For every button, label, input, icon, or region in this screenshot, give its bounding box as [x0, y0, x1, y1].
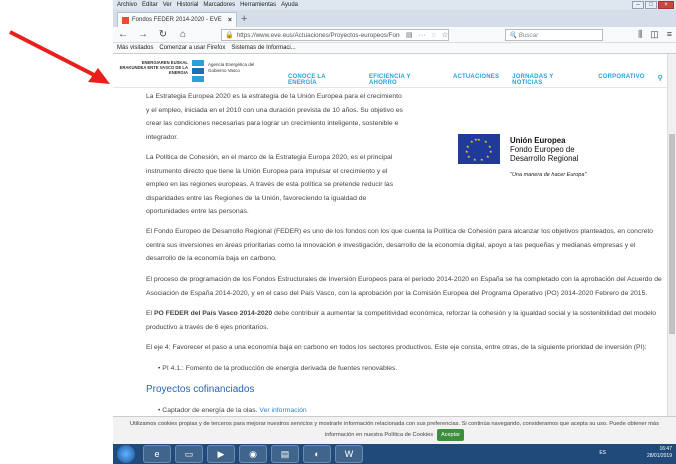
- window-controls: – □ ×: [631, 1, 674, 9]
- more-actions-icon[interactable]: ···: [419, 32, 426, 39]
- bookmark-comenzar-firefox[interactable]: Comenzar a usar Firefox: [159, 45, 225, 51]
- start-button[interactable]: [117, 445, 135, 463]
- p5-bold: PO FEDER del País Vasco 2014-2020: [153, 310, 273, 317]
- menu-herramientas[interactable]: Herramientas: [240, 2, 276, 8]
- explorer-icon[interactable]: ▭: [175, 445, 203, 463]
- p5-pre: El: [146, 310, 154, 317]
- word-icon[interactable]: W: [335, 445, 363, 463]
- search-placeholder: Buscar: [518, 31, 539, 39]
- search-input[interactable]: 🔍 Buscar: [505, 29, 603, 41]
- eu-fund-title: Unión Europea Fondo Europeo de Desarroll…: [510, 136, 578, 163]
- red-arrow-annotation: [9, 30, 110, 84]
- search-icon: 🔍: [509, 32, 519, 39]
- paragraph-estrategia: La Estrategia Europea 2020 es la estrate…: [146, 93, 403, 141]
- nav-conoce-energia[interactable]: CONOCE LA ENERGÍA: [288, 74, 356, 86]
- cookie-banner: Utilizamos cookies propias y de terceros…: [113, 416, 676, 444]
- tray-language[interactable]: ES: [599, 450, 606, 456]
- menu-editar[interactable]: Editar: [142, 2, 158, 8]
- nav-jornadas-noticias[interactable]: JORNADAS Y NOTICIAS: [512, 74, 585, 86]
- menu-archivo[interactable]: Archivo: [117, 2, 137, 8]
- back-icon[interactable]: ←: [117, 29, 129, 40]
- site-header: ENERGIAREN EUSKAL ERAKUNDEA ENTE VASCO D…: [113, 54, 676, 88]
- favicon-icon: [122, 16, 129, 24]
- cookie-text-line2: información en nuestra Política de Cooki…: [324, 432, 434, 438]
- tab-active[interactable]: Fondos FEDER 2014-2020 - EVE ×: [117, 12, 237, 27]
- windows-taskbar: e ▭ ▶ ◉ ▤ ◐ W ES 16:47 28/01/2019: [113, 444, 676, 464]
- url-text: https://www.eve.eus/Actuaciones/Proyecto…: [236, 31, 400, 39]
- cookie-text-line2-wrap: información en nuestra Política de Cooki…: [113, 429, 676, 441]
- agency-logo-text: Agencia Energética del Gobierno Vasco: [208, 62, 255, 73]
- main-nav: CONOCE LA ENERGÍA EFICIENCIA Y AHORRO AC…: [288, 74, 676, 86]
- eu-line1: Unión Europea: [510, 136, 566, 145]
- eve-logo-text[interactable]: ENERGIAREN EUSKAL ERAKUNDEA ENTE VASCO D…: [116, 60, 188, 75]
- ver-informacion-link[interactable]: Ver información: [259, 407, 306, 414]
- bullet2-text: Captador de energía de la olas.: [162, 407, 258, 414]
- paragraph-feder: El Fondo Europeo de Desarrollo Regional …: [146, 228, 654, 262]
- hamburger-menu-icon[interactable]: ≡: [667, 29, 672, 40]
- firefox-icon[interactable]: ◐: [303, 445, 331, 463]
- nav-corporativo[interactable]: CORPORATIVO: [598, 74, 644, 86]
- menu-ver[interactable]: Ver: [163, 2, 172, 8]
- navigation-bar: ← → ↻ ⌂ 🔒 https://www.eve.eus/Actuacione…: [113, 27, 676, 43]
- ie-icon[interactable]: e: [143, 445, 171, 463]
- bookmark-mas-visitados[interactable]: Más visitados: [117, 45, 153, 51]
- section-heading: Proyectos cofinanciados: [146, 384, 255, 395]
- accept-cookies-button[interactable]: Aceptar: [437, 429, 465, 441]
- list-item-pi41: • PI 4.1.: Fomento de la producción de e…: [158, 365, 398, 372]
- tray-date: 28/01/2019: [646, 453, 672, 459]
- nav-eficiencia-ahorro[interactable]: EFICIENCIA Y AHORRO: [369, 74, 440, 86]
- url-bar[interactable]: 🔒 https://www.eve.eus/Actuaciones/Proyec…: [221, 29, 449, 41]
- folder-icon[interactable]: ▤: [271, 445, 299, 463]
- paragraph-politica-cohesion: La Política de Cohesión, en el marco de …: [146, 154, 394, 215]
- close-window-button[interactable]: ×: [658, 1, 674, 9]
- scrollbar-thumb[interactable]: [669, 134, 675, 334]
- chrome-icon[interactable]: ◉: [239, 445, 267, 463]
- paragraph-po-feder: El PO FEDER del País Vasco 2014-2020 deb…: [146, 307, 666, 334]
- eu-flag-icon: ★ ★ ★ ★ ★ ★ ★ ★ ★ ★ ★ ★: [458, 134, 500, 164]
- bookmark-sistemas-informacion[interactable]: Sistemas de Informaci...: [231, 45, 295, 51]
- menu-ayuda[interactable]: Ayuda: [281, 2, 298, 8]
- eu-quote: "Una manera de hacer Europa": [510, 172, 587, 178]
- home-icon[interactable]: ⌂: [177, 29, 189, 40]
- cookie-text-line1: Utilizamos cookies propias y de terceros…: [130, 421, 659, 427]
- lock-icon: 🔒: [225, 32, 234, 39]
- pocket-icon[interactable]: ◌: [432, 32, 436, 39]
- reader-view-icon[interactable]: ▤: [406, 31, 413, 39]
- browser-window: Archivo Editar Ver Historial Marcadores …: [113, 0, 676, 444]
- tab-title: Fondos FEDER 2014-2020 - EVE: [132, 17, 222, 23]
- menu-historial[interactable]: Historial: [177, 2, 199, 8]
- tab-bar: Fondos FEDER 2014-2020 - EVE × +: [113, 10, 676, 27]
- eu-line2: Fondo Europeo de: [510, 145, 575, 154]
- sidebar-icon[interactable]: ◫: [650, 29, 659, 40]
- library-icon[interactable]: ⫼: [638, 29, 642, 40]
- new-tab-button[interactable]: +: [241, 13, 247, 25]
- eu-feder-logo: ★ ★ ★ ★ ★ ★ ★ ★ ★ ★ ★ ★ Unión Europea Fo…: [458, 134, 618, 184]
- scrollbar[interactable]: [667, 54, 676, 420]
- eve-logo-icon[interactable]: [192, 60, 204, 82]
- site-search-icon[interactable]: ⚲: [658, 74, 663, 86]
- tray-clock[interactable]: 16:47 28/01/2019: [647, 446, 672, 460]
- paragraph-eje4: El eje 4: Favorecer el paso a una econom…: [146, 344, 647, 351]
- bookmarks-bar: Más visitados Comenzar a usar Firefox Si…: [113, 43, 676, 54]
- reload-icon[interactable]: ↻: [157, 29, 169, 40]
- tray-time: 16:47: [659, 446, 672, 452]
- maximize-button[interactable]: □: [645, 1, 657, 9]
- minimize-button[interactable]: –: [632, 1, 644, 9]
- bullet1-text: PI 4.1.: Fomento de la producción de ene…: [162, 365, 398, 372]
- menu-marcadores[interactable]: Marcadores: [203, 2, 235, 8]
- paragraph-programacion: El proceso de programación de los Fondos…: [146, 276, 662, 297]
- nav-actuaciones[interactable]: ACTUACIONES: [453, 74, 499, 86]
- bookmark-star-icon[interactable]: ☆: [442, 31, 448, 39]
- toolbar-icons: ⫼ ◫ ≡: [630, 29, 672, 40]
- menu-bar: Archivo Editar Ver Historial Marcadores …: [113, 0, 676, 10]
- tab-close-icon[interactable]: ×: [228, 17, 232, 24]
- webpage: ENERGIAREN EUSKAL ERAKUNDEA ENTE VASCO D…: [113, 54, 676, 444]
- media-player-icon[interactable]: ▶: [207, 445, 235, 463]
- eu-line3: Desarrollo Regional: [510, 154, 579, 163]
- forward-icon[interactable]: →: [137, 29, 149, 40]
